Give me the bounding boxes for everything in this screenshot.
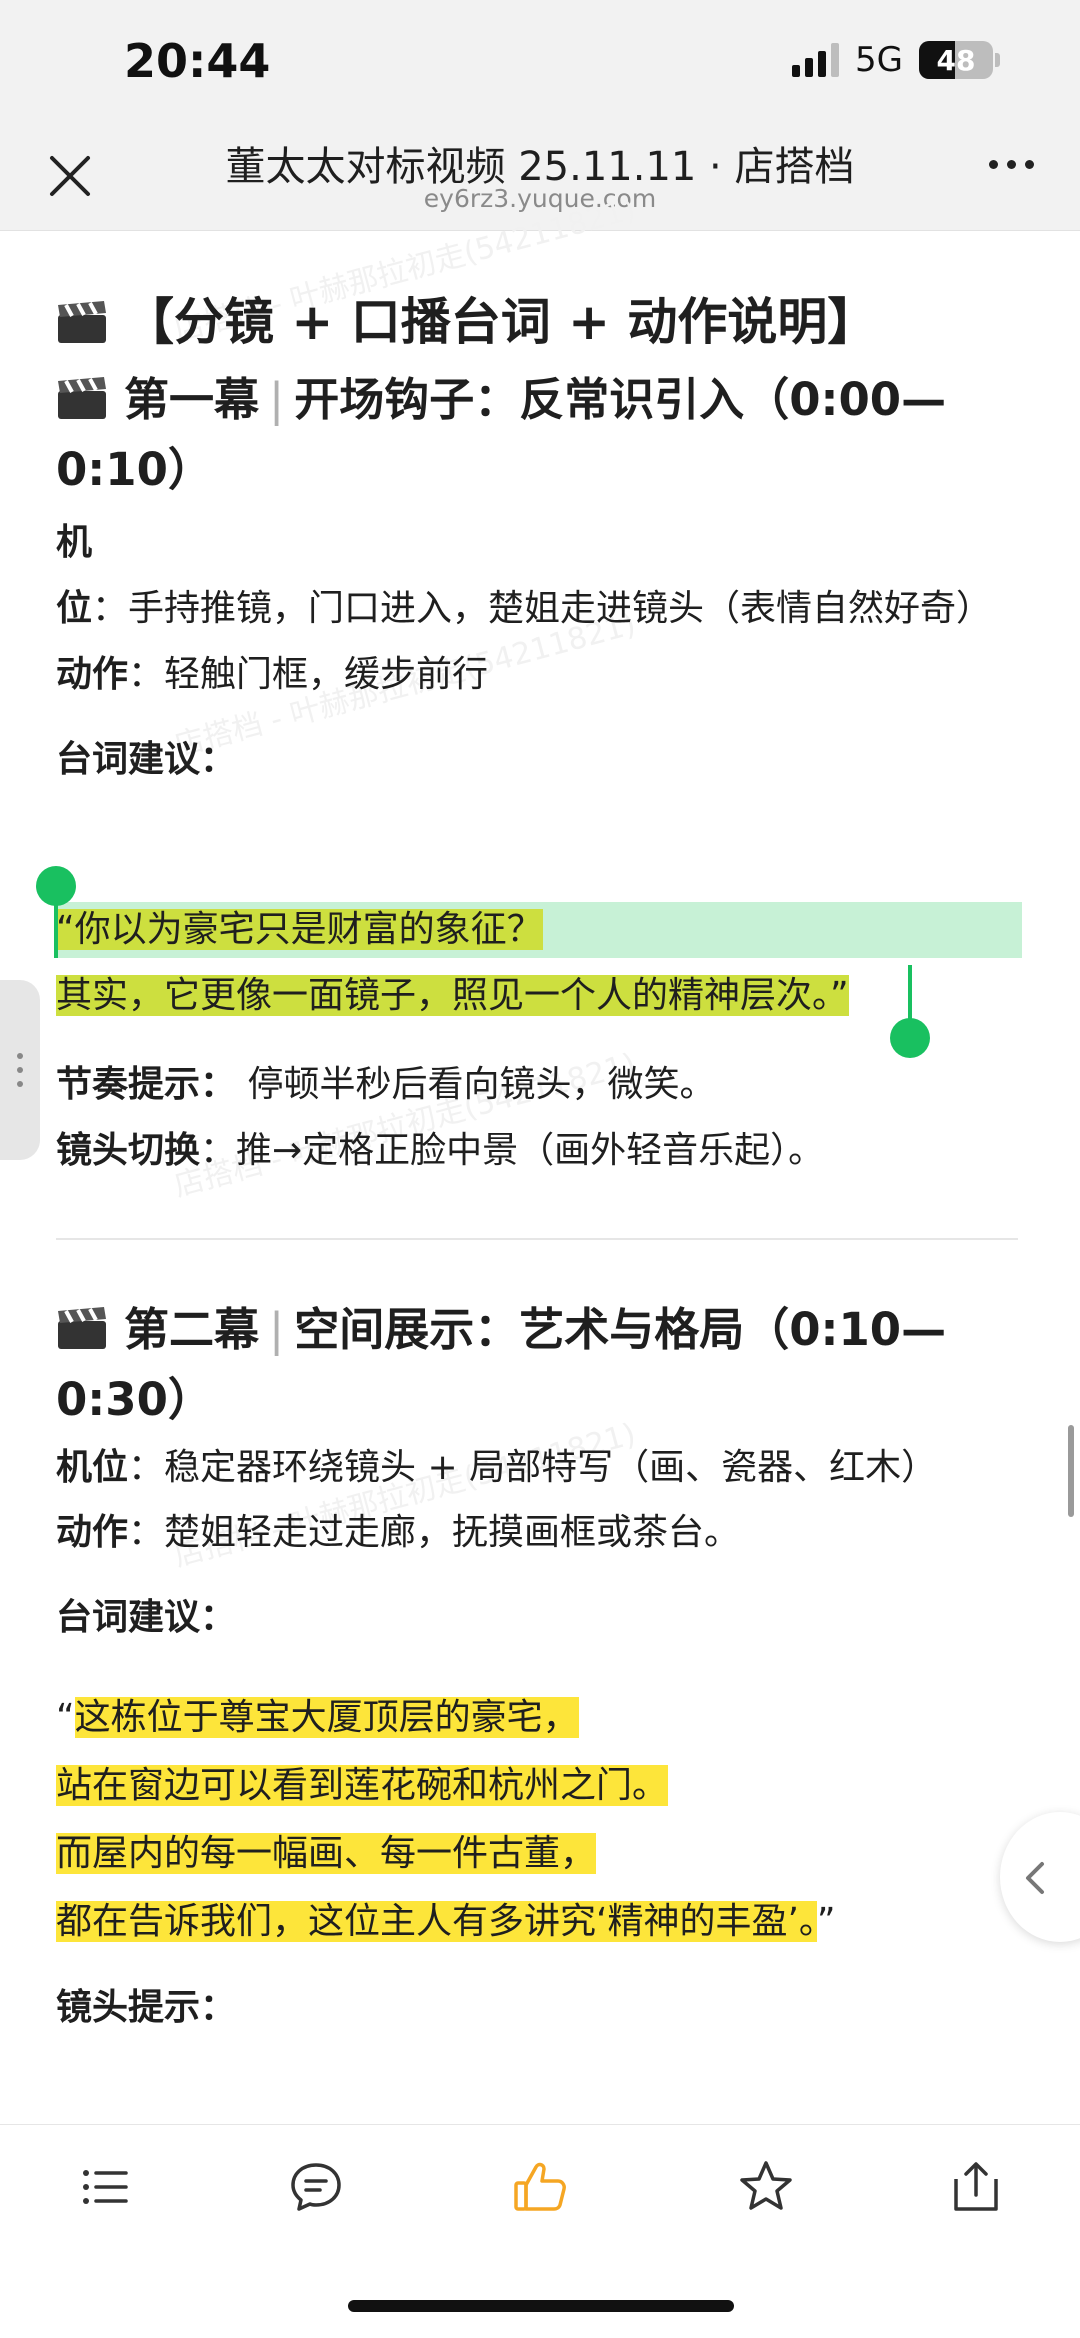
clapperboard-icon [58,301,106,343]
clapperboard-icon [58,1307,106,1349]
rhythm-text: 停顿半秒后看向镜头，微笑。 [236,1064,716,1105]
scene1-action: 动作：轻触门框，缓步前行 [56,642,1016,708]
quote-close: ” [816,1901,836,1942]
battery-tip [995,53,1000,67]
camera-label: 机位 [56,1447,129,1488]
shot-label: 镜头提示： [56,1987,237,2028]
selection-end-stem [908,965,912,1023]
scene2-heading: 第二幕 | 空间展示：艺术与格局（0:10—0:30） [56,1295,1016,1435]
action-text: ：轻触门框，缓步前行 [128,654,489,695]
like-icon[interactable] [510,2157,570,2217]
scene2-title-text: 第二幕 [124,1303,260,1356]
scene1-quote-line2[interactable]: 其实，它更像一面镜子，照见一个人的精神层次。” [56,968,849,1024]
scene2-quote-line3[interactable]: 而屋内的每一幅画、每一件古董， [56,1826,597,1882]
scene2-action: 动作：楚姐轻走过走廊，抚摸画框或茶台。 [56,1500,1016,1566]
quote-line3-text: 而屋内的每一幅画、每一件古董， [56,1833,597,1874]
scene2-quote-line2[interactable]: 站在窗边可以看到莲花碗和杭州之门。 [56,1758,669,1814]
page-domain: ey6rz3.yuque.com [423,184,657,213]
action-label: 动作 [56,1512,129,1553]
lines-label: 台词建议： [56,1597,237,1638]
quote-line1-text: 这栋位于尊宝大厦顶层的豪宅， [74,1697,579,1738]
outline-icon[interactable] [76,2157,136,2217]
action-label: 动作 [56,654,129,695]
clapperboard-icon [58,377,106,419]
quote-close: ” [830,975,849,1016]
quote-line1-text: 你以为豪宅只是财富的象征？ [74,909,543,950]
status-time: 20:44 [124,34,271,88]
selection-start-stem [54,902,58,958]
scene1-lines-label: 台词建议： [56,727,1016,793]
scene2-lines-label: 台词建议： [56,1585,1016,1651]
share-icon[interactable] [946,2157,1006,2217]
comment-icon[interactable] [286,2157,346,2217]
quote-line2-text: 站在窗边可以看到莲花碗和杭州之门。 [56,1765,669,1806]
action-text: ：楚姐轻走过走廊，抚摸画框或茶台。 [128,1512,741,1553]
camera-label: 机位 [56,522,93,629]
cut-label: 镜头切换 [56,1130,201,1171]
camera-text: ：稳定器环绕镜头 + 局部特写（画、瓷器、红木） [128,1447,938,1488]
scene1-title-text: 第一幕 [124,373,260,426]
scene1-rhythm: 节奏提示： 停顿半秒后看向镜头，微笑。 [56,1052,1016,1118]
scene1-heading: 第一幕 | 开场钩子：反常识引入（0:00—0:10） [56,365,1016,505]
camera-text: ：手持推镜，门口进入，楚姐走进镜头（表情自然好奇） [92,588,993,629]
scene2-camera: 机位：稳定器环绕镜头 + 局部特写（画、瓷器、红木） [56,1435,1016,1501]
lines-label: 台词建议： [56,739,237,780]
separator: | [269,1303,285,1356]
status-indicators: 5G 48 [792,40,1000,80]
more-icon[interactable] [989,160,1034,169]
quote-open: “ [56,1697,75,1738]
battery-level: 48 [936,43,976,77]
doc-heading: 【分镜 + 口播台词 + 动作说明】 [56,282,877,354]
section-divider [56,1238,1018,1240]
doc-heading-text: 【分镜 + 口播台词 + 动作说明】 [124,293,878,351]
signal-icon [792,43,840,77]
rhythm-label: 节奏提示： [56,1064,237,1105]
battery-icon: 48 [919,41,993,79]
scene2-quote-line4[interactable]: 都在告诉我们，这位主人有多讲究‘精神的丰盈’。” [56,1894,836,1950]
float-back-button[interactable] [1000,1812,1080,1942]
cut-text: ：推→定格正脸中景（画外轻音乐起）。 [200,1130,825,1171]
quote-line2-text: 其实，它更像一面镜子，照见一个人的精神层次。 [56,975,831,1016]
scene1-quote-line1[interactable]: “你以为豪宅只是财富的象征？ [56,902,543,958]
favorite-icon[interactable] [736,2157,796,2217]
side-drawer-handle[interactable] [0,980,40,1160]
scene1-camera: 机位：手持推镜，门口进入，楚姐走进镜头（表情自然好奇） [56,510,1016,642]
chevron-left-icon [1026,1862,1044,1894]
scene1-cut: 镜头切换：推→定格正脸中景（画外轻音乐起）。 [56,1118,1016,1184]
top-bar: 20:44 5G 48 董太太对标视频 25.11.11 · 店搭档 ey6rz… [0,0,1080,231]
scrollbar-thumb[interactable] [1068,1425,1074,1517]
scene2-shot-label: 镜头提示： [56,1975,1016,2041]
selection-start-handle[interactable] [36,866,76,906]
separator: | [269,373,285,426]
network-label: 5G [855,40,903,80]
quote-open: “ [56,909,75,950]
quote-line4-text: 都在告诉我们，这位主人有多讲究‘精神的丰盈’。 [56,1901,817,1942]
home-indicator[interactable] [348,2300,734,2312]
scene2-quote-line1[interactable]: “这栋位于尊宝大厦顶层的豪宅， [56,1690,579,1746]
